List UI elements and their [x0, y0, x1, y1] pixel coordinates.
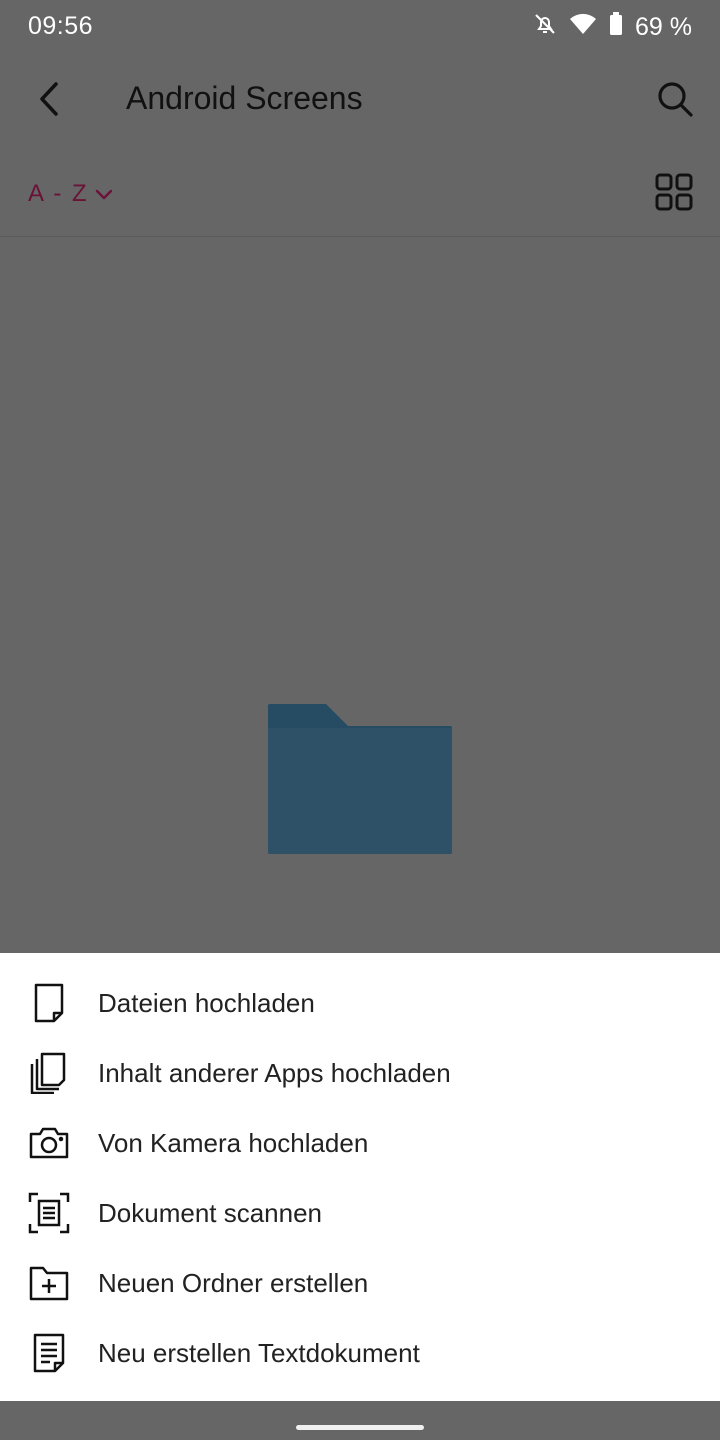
- empty-folder-illustration: [266, 702, 454, 856]
- app-bar: Android Screens: [0, 52, 720, 148]
- back-arrow-icon: [34, 81, 64, 122]
- sort-dropdown[interactable]: A - Z: [28, 180, 113, 208]
- menu-label: Inhalt anderer Apps hochladen: [98, 1057, 451, 1088]
- grid-view-icon: [654, 173, 694, 216]
- status-time: 09:56: [28, 12, 94, 40]
- navigation-bar: [0, 1401, 720, 1440]
- file-icon: [28, 982, 70, 1024]
- menu-item-create-text-document[interactable]: Neu erstellen Textdokument: [0, 1318, 720, 1388]
- camera-icon: [28, 1122, 70, 1164]
- upload-bottom-sheet: Dateien hochladen Inhalt anderer Apps ho…: [0, 953, 720, 1401]
- search-icon: [656, 80, 694, 123]
- menu-label: Neu erstellen Textdokument: [98, 1337, 420, 1368]
- menu-label: Neuen Ordner erstellen: [98, 1267, 369, 1298]
- battery-percent: 69 %: [635, 13, 692, 41]
- text-document-icon: [28, 1332, 70, 1374]
- menu-label: Dokument scannen: [98, 1197, 323, 1228]
- menu-item-upload-from-camera[interactable]: Von Kamera hochladen: [0, 1108, 720, 1178]
- new-folder-icon: [28, 1262, 70, 1304]
- grid-view-button[interactable]: [654, 172, 694, 212]
- menu-item-scan-document[interactable]: Dokument scannen: [0, 1178, 720, 1248]
- scan-document-icon: [28, 1192, 70, 1234]
- chevron-down-icon: [95, 180, 113, 208]
- menu-label: Dateien hochladen: [98, 987, 315, 1018]
- battery-icon: [609, 12, 623, 43]
- page-title: Android Screens: [126, 80, 363, 116]
- back-button[interactable]: [22, 74, 76, 128]
- menu-item-create-folder[interactable]: Neuen Ordner erstellen: [0, 1248, 720, 1318]
- files-copy-icon: [28, 1052, 70, 1094]
- menu-item-upload-from-apps[interactable]: Inhalt anderer Apps hochladen: [0, 1038, 720, 1108]
- bell-off-icon: [533, 12, 557, 43]
- menu-label: Von Kamera hochladen: [98, 1127, 369, 1158]
- menu-item-upload-files[interactable]: Dateien hochladen: [0, 968, 720, 1038]
- status-icons: 69 %: [533, 12, 692, 43]
- status-bar: 09:56 69 %: [0, 0, 720, 52]
- search-button[interactable]: [648, 74, 702, 128]
- home-gesture-handle[interactable]: [296, 1425, 424, 1430]
- sort-bar: A - Z: [0, 148, 720, 237]
- sort-label: A - Z: [28, 180, 89, 207]
- wifi-icon: [569, 12, 597, 43]
